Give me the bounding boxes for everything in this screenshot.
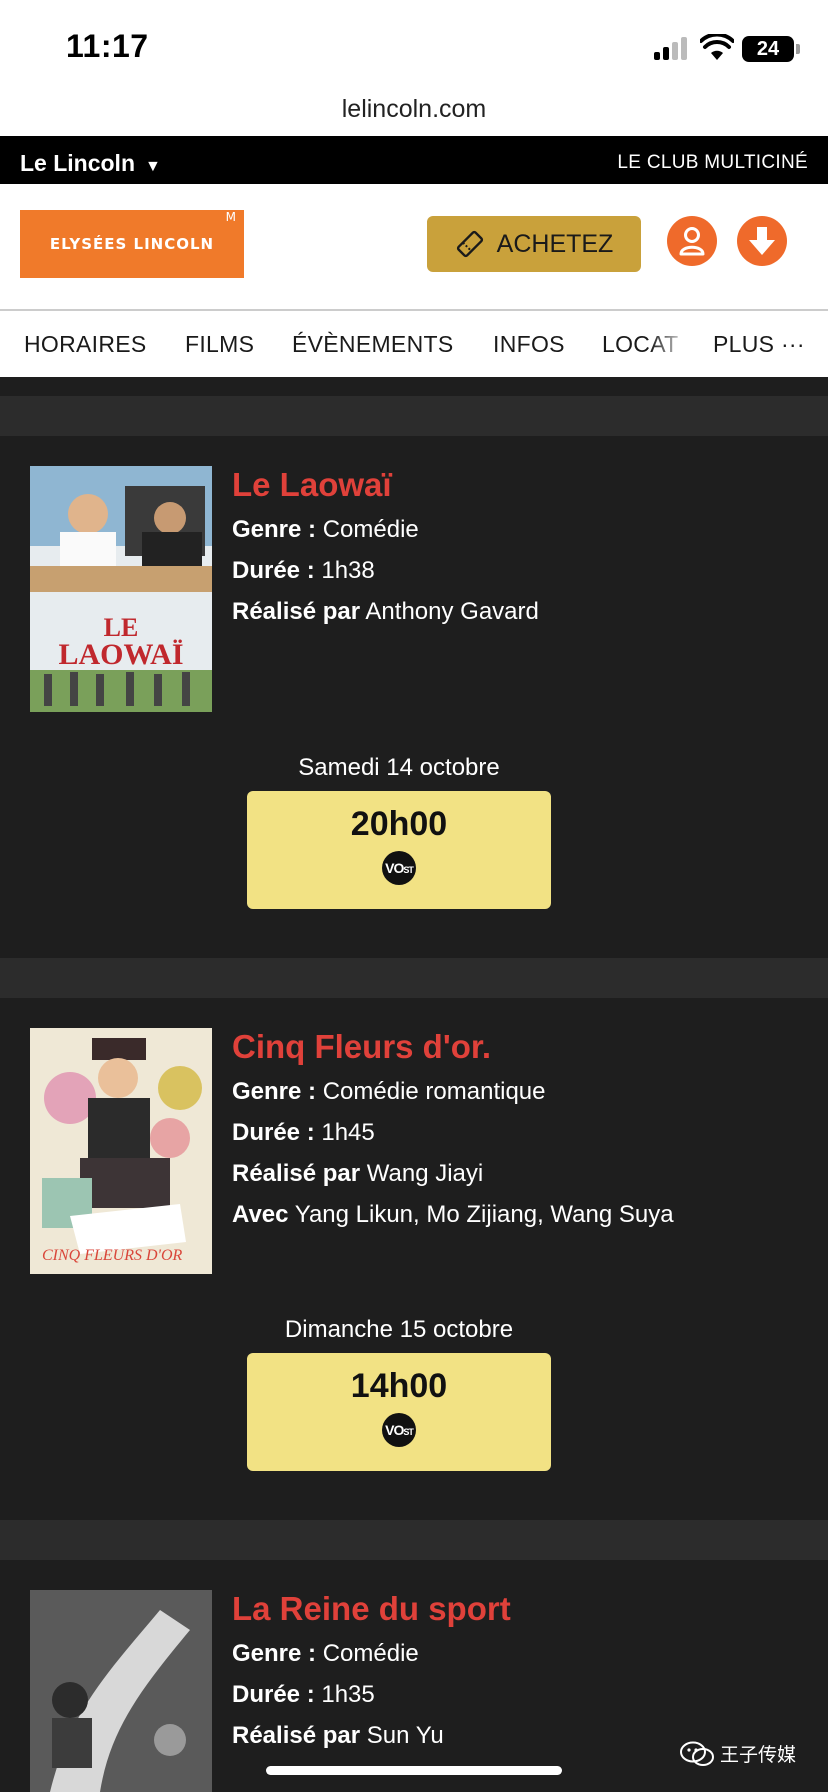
director-label: Réalisé par: [232, 1160, 361, 1187]
watermark-text: 王子传媒: [720, 1745, 797, 1766]
movie-genre: Genre : Comédie romantique: [232, 1078, 546, 1106]
section-separator: [0, 1520, 828, 1560]
nav-horaires[interactable]: HORAIRES: [24, 331, 147, 358]
home-indicator[interactable]: [266, 1766, 562, 1775]
showtime-time: 14h00: [350, 1367, 448, 1405]
download-arrow-icon: [749, 227, 775, 255]
movie-card: LE LAOWAÏ Le Laowaï Genre : Comédie Duré…: [0, 436, 828, 958]
movie-title[interactable]: La Reine du sport: [232, 1590, 511, 1628]
nav-infos[interactable]: INFOS: [493, 331, 565, 358]
movie-director: Réalisé par Anthony Gavard: [232, 598, 539, 626]
site-top-bar: Le Lincoln ▼ LE CLUB MULTICINÉ: [0, 136, 828, 184]
movie-duration: Durée : 1h38: [232, 557, 375, 585]
main-nav: HORAIRES FILMS ÉVÈNEMENTS INFOS LOCAT PL…: [0, 311, 828, 377]
movie-duration: Durée : 1h45: [232, 1119, 375, 1147]
movie-card: CINQ FLEURS D'OR Cinq Fleurs d'or. Genre…: [0, 998, 828, 1520]
movie-director: Réalisé par Sun Yu: [232, 1722, 444, 1750]
showtime-button[interactable]: 14h00 VO ST: [247, 1353, 551, 1471]
showtime-date: Samedi 14 octobre: [298, 754, 500, 781]
movie-genre: Genre : Comédie: [232, 516, 419, 544]
duration-value: 1h35: [321, 1681, 375, 1708]
duration-value: 1h45: [321, 1119, 375, 1146]
svg-text:LAOWAÏ: LAOWAÏ: [58, 638, 183, 671]
logo-badge-icon: Ⅿ: [225, 210, 236, 224]
movie-title[interactable]: Le Laowaï: [232, 466, 392, 504]
duration-label: Durée :: [232, 1119, 315, 1146]
nav-plus[interactable]: PLUS ···: [713, 331, 805, 358]
site-logo[interactable]: ELYSÉES LINCOLN Ⅿ: [20, 210, 244, 278]
genre-label: Genre :: [232, 1640, 317, 1667]
vost-badge-icon: VO ST: [382, 1413, 416, 1447]
battery-cap: [796, 44, 800, 54]
site-header: ELYSÉES LINCOLN Ⅿ ACHETEZ: [0, 184, 828, 310]
movie-genre: Genre : Comédie: [232, 1640, 419, 1668]
cast-value: Yang Likun, Mo Zijiang, Wang Suya: [294, 1201, 674, 1228]
director-value: Wang Jiayi: [366, 1160, 484, 1187]
genre-value: Comédie romantique: [322, 1078, 546, 1105]
club-multicine-link[interactable]: LE CLUB MULTICINÉ: [617, 152, 808, 174]
status-bar: 11:17 24: [0, 0, 828, 92]
movie-poster[interactable]: LE LAOWAÏ: [30, 466, 212, 712]
buy-tickets-button[interactable]: ACHETEZ: [427, 216, 641, 272]
director-label: Réalisé par: [232, 598, 361, 625]
movie-director: Réalisé par Wang Jiayi: [232, 1160, 483, 1188]
cinema-selector[interactable]: Le Lincoln ▼: [20, 150, 161, 177]
duration-label: Durée :: [232, 557, 315, 584]
nav-films[interactable]: FILMS: [185, 331, 254, 358]
ticket-icon: [456, 230, 483, 258]
director-value: Sun Yu: [366, 1722, 444, 1749]
movie-poster[interactable]: CINQ FLEURS D'OR: [30, 1028, 212, 1274]
movie-poster[interactable]: [30, 1590, 212, 1792]
cellular-signal-icon: [654, 36, 690, 60]
genre-label: Genre :: [232, 516, 317, 543]
user-icon: [679, 227, 705, 256]
cinema-selector-label: Le Lincoln: [20, 150, 135, 176]
genre-value: Comédie: [322, 516, 419, 543]
nav-fade: [650, 311, 690, 377]
genre-value: Comédie: [322, 1640, 419, 1667]
genre-label: Genre :: [232, 1078, 317, 1105]
cast-label: Avec: [232, 1201, 289, 1228]
wechat-icon: [680, 1741, 714, 1766]
movie-cast: Avec Yang Likun, Mo Zijiang, Wang Suya: [232, 1201, 674, 1229]
vost-badge-icon: VO ST: [382, 851, 416, 885]
duration-value: 1h38: [321, 557, 375, 584]
download-app-button[interactable]: [737, 216, 787, 266]
watermark: 王子传媒: [680, 1740, 796, 1767]
showtime-time: 20h00: [350, 805, 448, 843]
account-button[interactable]: [667, 216, 717, 266]
address-bar[interactable]: lelincoln.com: [0, 92, 828, 136]
section-separator: [0, 958, 828, 998]
duration-label: Durée :: [232, 1681, 315, 1708]
dropdown-arrow-icon: ▼: [145, 158, 161, 175]
svg-text:CINQ FLEURS D'OR: CINQ FLEURS D'OR: [42, 1247, 183, 1264]
section-separator: [0, 396, 828, 436]
showtime-date: Dimanche 15 octobre: [284, 1316, 514, 1343]
wifi-icon: [700, 34, 734, 60]
battery-icon: 24: [742, 36, 794, 62]
buy-tickets-label: ACHETEZ: [496, 229, 614, 258]
director-label: Réalisé par: [232, 1722, 361, 1749]
movie-duration: Durée : 1h35: [232, 1681, 375, 1709]
showtime-button[interactable]: 20h00 VO ST: [247, 791, 551, 909]
director-value: Anthony Gavard: [365, 598, 539, 625]
logo-text: ELYSÉES LINCOLN: [49, 235, 215, 253]
status-time: 11:17: [66, 28, 149, 64]
nav-evenements[interactable]: ÉVÈNEMENTS: [292, 331, 453, 358]
movie-title[interactable]: Cinq Fleurs d'or.: [232, 1028, 491, 1066]
